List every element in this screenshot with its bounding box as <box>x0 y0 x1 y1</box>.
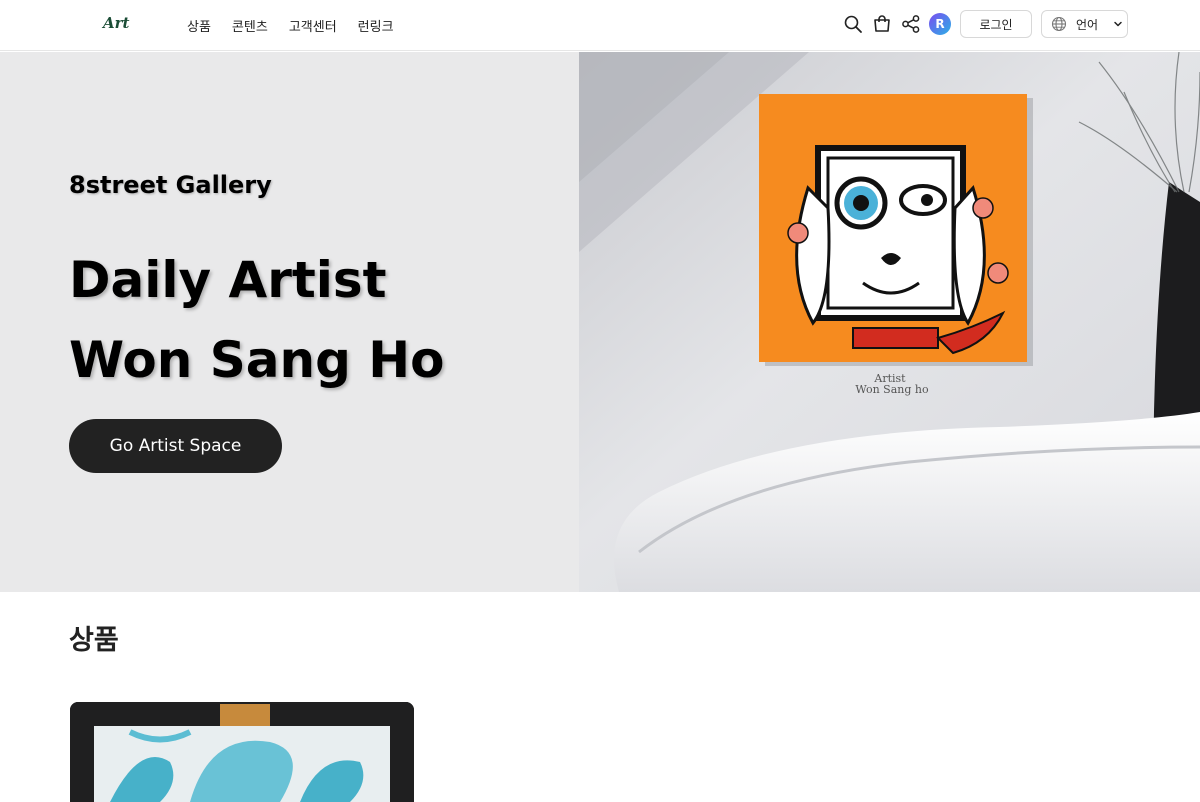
product-card-image[interactable] <box>70 702 414 802</box>
language-select[interactable]: 언어 <box>1041 10 1128 38</box>
hero-title-line1: Daily Artist <box>69 251 387 309</box>
nav-item-products[interactable]: 상품 <box>187 16 211 35</box>
share-icon[interactable] <box>901 14 921 34</box>
user-avatar-icon[interactable]: R <box>929 13 951 35</box>
hero-room-scene: Artist Won Sang ho <box>579 52 1200 592</box>
globe-icon <box>1051 16 1067 32</box>
gallery-name: 8street Gallery <box>69 171 272 199</box>
hero-image: Artist Won Sang ho <box>579 52 1200 592</box>
nav-item-customer-center[interactable]: 고객센터 <box>289 16 337 35</box>
search-icon[interactable] <box>843 14 863 34</box>
hero-title: Daily Artist Won Sang Ho <box>69 240 444 400</box>
site-logo[interactable]: Art <box>103 14 129 32</box>
login-button[interactable]: 로그인 <box>960 10 1032 38</box>
go-artist-space-button[interactable]: Go Artist Space <box>69 419 282 473</box>
nav-item-contents[interactable]: 콘텐츠 <box>232 16 268 35</box>
language-label: 언어 <box>1076 17 1099 32</box>
top-header: Art 상품 콘텐츠 고객센터 런링크 R 로그인 언어 <box>0 0 1200 51</box>
chevron-down-icon <box>1114 21 1122 27</box>
products-section-title: 상품 <box>69 625 119 656</box>
hero-title-line2: Won Sang Ho <box>69 331 445 389</box>
product-thumbnail <box>70 702 414 802</box>
nav-item-runlink[interactable]: 런링크 <box>358 16 394 35</box>
main-nav: 상품 콘텐츠 고객센터 런링크 <box>187 16 394 35</box>
painting-caption-line2: Won Sang ho <box>855 383 929 396</box>
cart-icon[interactable] <box>872 14 892 34</box>
